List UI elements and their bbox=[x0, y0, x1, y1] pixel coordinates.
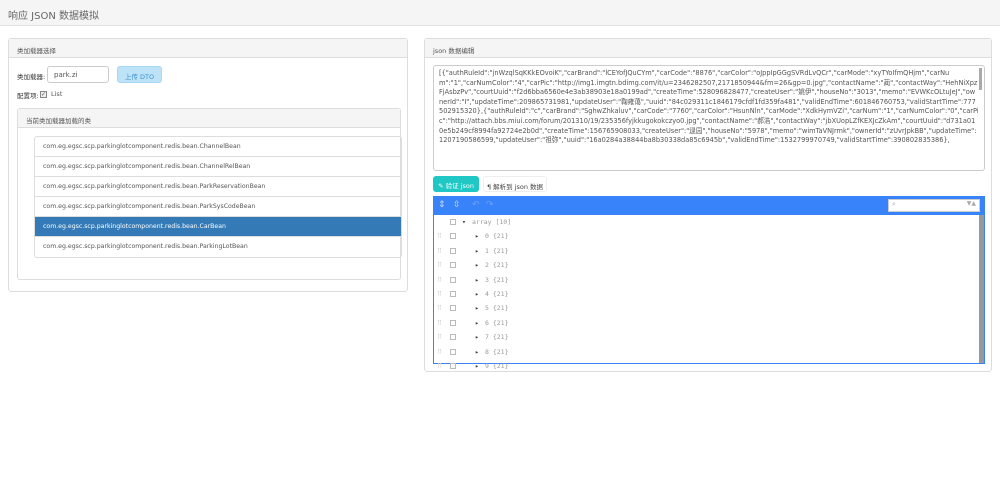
expand-arrow-icon[interactable]: ▸ bbox=[475, 333, 479, 341]
loader-input[interactable]: park.zi bbox=[47, 66, 109, 83]
expand-arrow-icon[interactable]: ▸ bbox=[475, 276, 479, 284]
tree-row-label: 8 {21} bbox=[485, 347, 509, 356]
tree-row[interactable]: ⠿ ▸ 1 {21} bbox=[434, 244, 984, 258]
parse-json-label: 解析到 json 数据 bbox=[493, 183, 544, 191]
tree-row[interactable]: ⠿ ▸ 8 {21} bbox=[434, 345, 984, 359]
drag-handle-icon[interactable]: ⠿ bbox=[437, 276, 442, 284]
class-list-item[interactable]: com.eg.egsc.scp.parkinglotcomponent.redi… bbox=[35, 197, 401, 217]
collapse-all-icon[interactable]: ⇳ bbox=[453, 200, 461, 210]
parse-json-button[interactable]: ¶ 解析到 json 数据 bbox=[483, 176, 547, 192]
tree-search-input[interactable]: ⌕ ▼▲ bbox=[888, 199, 980, 212]
expand-arrow-icon[interactable]: ▸ bbox=[475, 348, 479, 356]
tree-row-label: 2 {21} bbox=[485, 261, 509, 270]
page-header: 响应 JSON 数据模拟 bbox=[0, 0, 1000, 26]
json-panel-title: json 数据编辑 bbox=[425, 39, 991, 58]
expand-arrow-icon[interactable]: ▸ bbox=[475, 247, 479, 255]
loader-label: 类加载器: bbox=[17, 73, 46, 81]
checkbox[interactable] bbox=[450, 276, 456, 283]
tree-row[interactable]: ⠿ ▸ 3 {21} bbox=[434, 273, 984, 287]
drag-handle-icon[interactable]: ⠿ bbox=[437, 261, 442, 269]
class-list: com.eg.egsc.scp.parkinglotcomponent.redi… bbox=[34, 136, 402, 258]
tree-row-label: 5 {21} bbox=[485, 304, 509, 313]
tree-row[interactable]: ⠿ ▸ 9 {21} bbox=[434, 359, 984, 373]
class-list-item[interactable]: com.eg.egsc.scp.parkinglotcomponent.redi… bbox=[35, 137, 401, 157]
undo-icon[interactable]: ↶ bbox=[472, 200, 480, 210]
checkbox[interactable] bbox=[450, 219, 456, 225]
json-tree-editor: ⇕ ⇳ ↶ ↷ ⌕ ▼▲ ▾ array [10] ⠿ ▸ 0 {21} ⠿ ▸ 1 {21}… bbox=[433, 196, 985, 370]
expand-arrow-icon[interactable]: ▸ bbox=[475, 261, 479, 269]
search-nav-icon[interactable]: ▼▲ bbox=[967, 200, 976, 207]
tree-row-label: 0 {21} bbox=[485, 232, 509, 241]
tree-row-label: 4 {21} bbox=[485, 289, 509, 298]
loader-panel-title: 类加载器选择 bbox=[9, 39, 407, 58]
json-textarea[interactable]: [{"authRuleId":"jnWzqlSqKKkEOvoiK","carB… bbox=[433, 65, 985, 171]
tree-toolbar: ⇕ ⇳ ↶ ↷ ⌕ ▼▲ bbox=[434, 197, 984, 215]
checkbox[interactable] bbox=[450, 305, 456, 312]
expand-all-icon[interactable]: ⇕ bbox=[438, 200, 446, 210]
drag-handle-icon[interactable]: ⠿ bbox=[437, 304, 442, 312]
class-list-item-selected[interactable]: com.eg.egsc.scp.parkinglotcomponent.redi… bbox=[35, 217, 401, 237]
drag-handle-icon[interactable]: ⠿ bbox=[437, 319, 442, 327]
loader-panel: 类加载器选择 类加载器: park.zi 上传 DTO 配置项: ✓ List … bbox=[8, 38, 408, 292]
checkbox[interactable] bbox=[450, 348, 456, 355]
collapse-arrow-icon[interactable]: ▾ bbox=[462, 218, 466, 226]
tree-root-row[interactable]: ▾ array [10] bbox=[434, 215, 984, 229]
drag-handle-icon[interactable]: ⠿ bbox=[437, 348, 442, 356]
expand-arrow-icon[interactable]: ▸ bbox=[475, 304, 479, 312]
validate-json-button[interactable]: ✎ 验证 json bbox=[433, 176, 479, 192]
drag-handle-icon[interactable]: ⠿ bbox=[437, 247, 442, 255]
search-icon: ⌕ bbox=[892, 200, 896, 208]
drag-handle-icon[interactable]: ⠿ bbox=[437, 232, 442, 240]
expand-arrow-icon[interactable]: ▸ bbox=[475, 232, 479, 240]
class-list-item[interactable]: com.eg.egsc.scp.parkinglotcomponent.redi… bbox=[35, 177, 401, 197]
json-text: [{"authRuleId":"jnWzqlSqKKkEOvoiK","carB… bbox=[439, 69, 979, 145]
redo-icon[interactable]: ↷ bbox=[486, 200, 494, 210]
validate-json-label: 验证 json bbox=[445, 182, 474, 190]
drag-handle-icon[interactable]: ⠿ bbox=[437, 362, 442, 370]
checkbox[interactable] bbox=[450, 262, 456, 269]
drag-handle-icon[interactable]: ⠿ bbox=[437, 290, 442, 298]
checkbox[interactable] bbox=[450, 319, 456, 326]
checkbox[interactable] bbox=[450, 362, 456, 369]
list-checkbox-label: List bbox=[51, 90, 63, 98]
checkbox[interactable] bbox=[450, 334, 456, 341]
tree-row[interactable]: ⠿ ▸ 4 {21} bbox=[434, 287, 984, 301]
config-label: 配置项: bbox=[17, 92, 39, 100]
tree-row-label: 9 {21} bbox=[485, 361, 509, 370]
checkbox[interactable] bbox=[450, 247, 456, 254]
textarea-scrollbar[interactable] bbox=[979, 68, 982, 90]
expand-arrow-icon[interactable]: ▸ bbox=[475, 362, 479, 370]
classes-panel: 当前类加载器加载的类 com.eg.egsc.scp.parkinglotcom… bbox=[17, 108, 402, 280]
tree-row-label: 1 {21} bbox=[485, 246, 509, 255]
classes-panel-title: 当前类加载器加载的类 bbox=[18, 109, 400, 128]
tree-row[interactable]: ⠿ ▸ 7 {21} bbox=[434, 330, 984, 344]
tree-root-label: array [10] bbox=[472, 218, 512, 226]
tree-row[interactable]: ⠿ ▸ 6 {21} bbox=[434, 316, 984, 330]
wrench-icon: ✎ bbox=[438, 182, 446, 190]
expand-arrow-icon[interactable]: ▸ bbox=[475, 290, 479, 298]
drag-handle-icon[interactable]: ⠿ bbox=[437, 333, 442, 341]
tree-row-label: 3 {21} bbox=[485, 275, 509, 284]
checkbox[interactable] bbox=[450, 290, 456, 297]
tree-row[interactable]: ⠿ ▸ 5 {21} bbox=[434, 301, 984, 315]
tree-scrollbar[interactable] bbox=[979, 215, 984, 363]
upload-dto-button[interactable]: 上传 DTO bbox=[117, 66, 162, 83]
page-title: 响应 JSON 数据模拟 bbox=[8, 11, 100, 22]
tree-row[interactable]: ⠿ ▸ 2 {21} bbox=[434, 258, 984, 272]
class-list-item[interactable]: com.eg.egsc.scp.parkinglotcomponent.redi… bbox=[35, 157, 401, 177]
json-panel: json 数据编辑 [{"authRuleId":"jnWzqlSqKKkEOv… bbox=[424, 38, 992, 372]
list-checkbox[interactable]: ✓ bbox=[40, 91, 47, 98]
tree-row[interactable]: ⠿ ▸ 0 {21} bbox=[434, 229, 984, 243]
class-list-item[interactable]: com.eg.egsc.scp.parkinglotcomponent.redi… bbox=[35, 237, 401, 257]
expand-arrow-icon[interactable]: ▸ bbox=[475, 319, 479, 327]
checkbox[interactable] bbox=[450, 233, 456, 240]
tree-row-label: 6 {21} bbox=[485, 318, 509, 327]
tree-row-label: 7 {21} bbox=[485, 333, 509, 342]
